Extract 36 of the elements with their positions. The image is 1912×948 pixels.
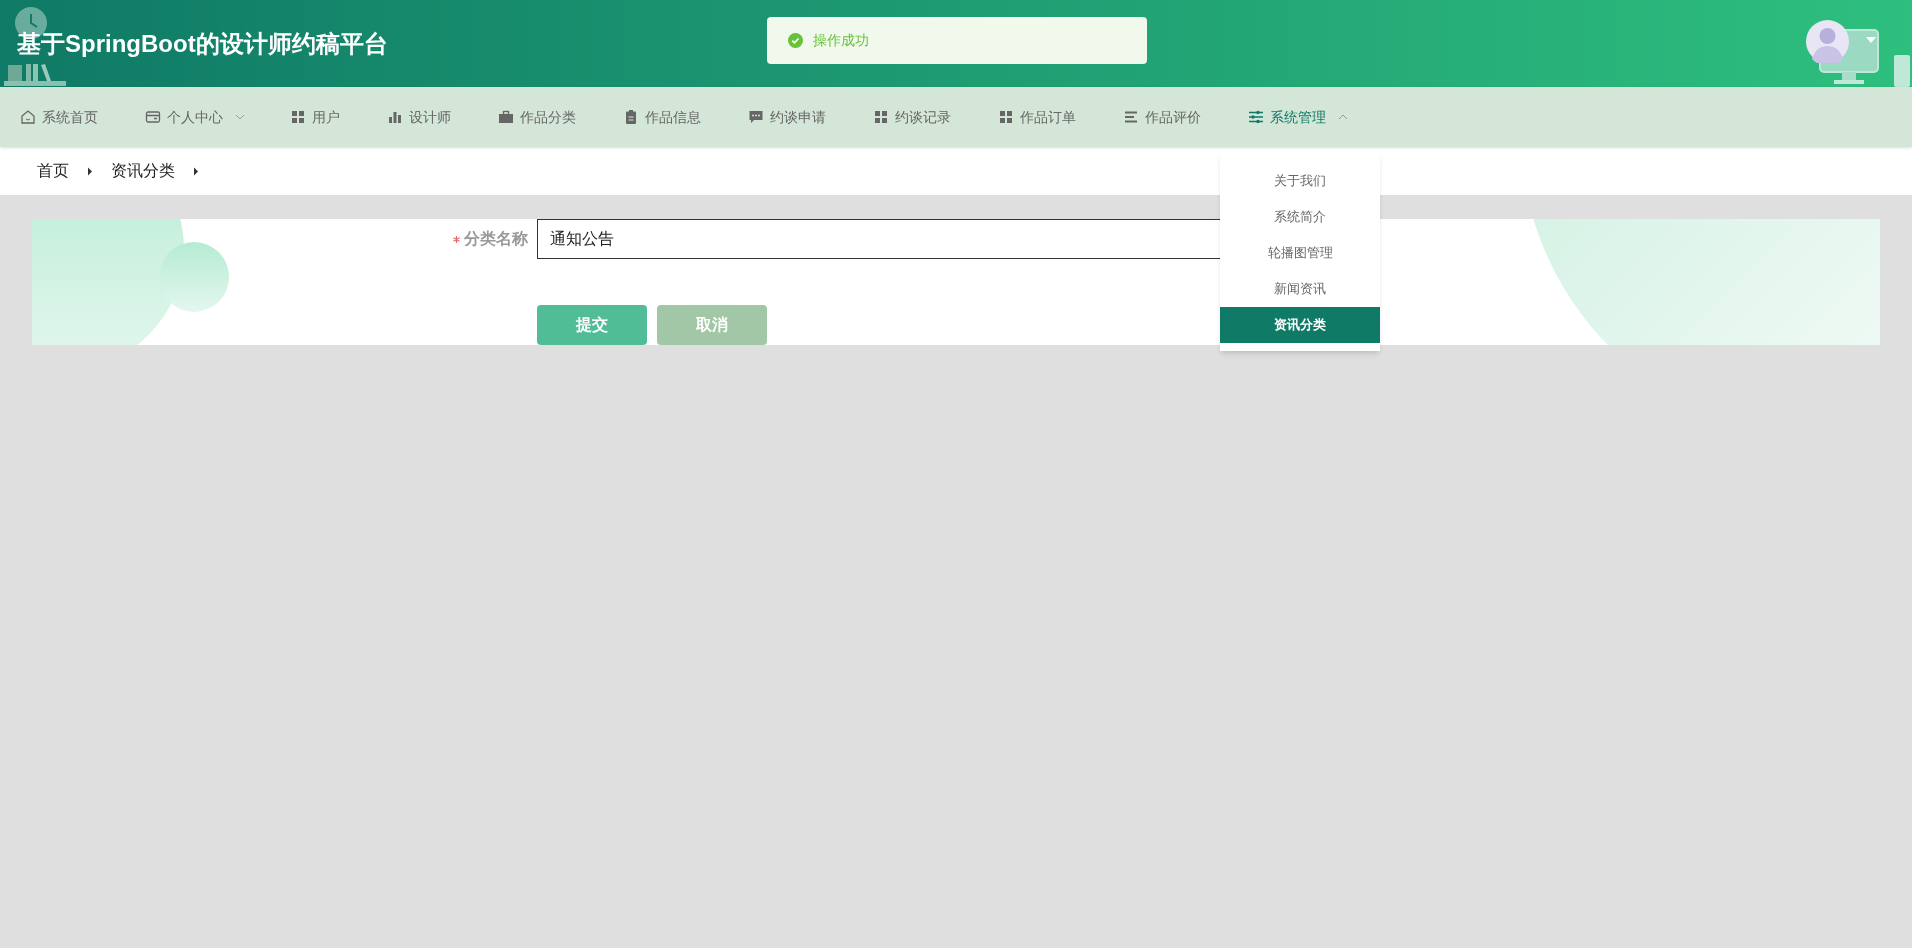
chat-icon [748, 109, 764, 125]
bar-chart-icon [387, 109, 403, 125]
wallet-icon [145, 109, 161, 125]
breadcrumb-link[interactable]: 首页 [37, 159, 69, 183]
nav-item[interactable]: 作品订单 [998, 99, 1076, 135]
grid-icon [290, 109, 306, 125]
nav-item[interactable]: 系统首页 [20, 99, 98, 135]
grid-icon [873, 109, 889, 125]
toast-message: 操作成功 [813, 31, 869, 50]
nav-item[interactable]: 约谈申请 [748, 99, 826, 135]
nav-item[interactable]: 约谈记录 [873, 99, 951, 135]
avatar-icon[interactable] [1806, 20, 1849, 63]
books-drawing [4, 62, 66, 87]
nav-item[interactable]: 作品信息 [623, 99, 701, 135]
nav-item[interactable]: 作品评价 [1123, 99, 1201, 135]
menu-item[interactable]: 关于我们 [1220, 163, 1380, 199]
sliders-icon [1248, 109, 1264, 125]
site-title: 基于SpringBoot的设计师约稿平台 [17, 31, 388, 56]
nav-item[interactable]: 设计师 [387, 99, 451, 135]
grid-icon [998, 109, 1014, 125]
clipboard-icon [623, 109, 639, 125]
chevron-icon [87, 166, 93, 176]
menu-item[interactable]: 新闻资讯 [1220, 271, 1380, 307]
menu-item[interactable]: 轮播图管理 [1220, 235, 1380, 271]
check-circle-icon [788, 33, 803, 48]
nav-item[interactable]: 用户 [290, 99, 340, 135]
chevron-icon [193, 166, 199, 176]
menu-item[interactable]: 资讯分类 [1220, 307, 1380, 343]
nav-item[interactable]: 作品分类 [498, 99, 576, 135]
field-label: 分类名称 [464, 229, 528, 249]
menu-item[interactable]: 系统简介 [1220, 199, 1380, 235]
briefcase-icon [498, 109, 514, 125]
breadcrumb-link[interactable]: 资讯分类 [111, 159, 175, 183]
list-icon [1123, 109, 1139, 125]
home-icon [20, 109, 36, 125]
nav-item[interactable]: 个人中心 [145, 99, 251, 135]
